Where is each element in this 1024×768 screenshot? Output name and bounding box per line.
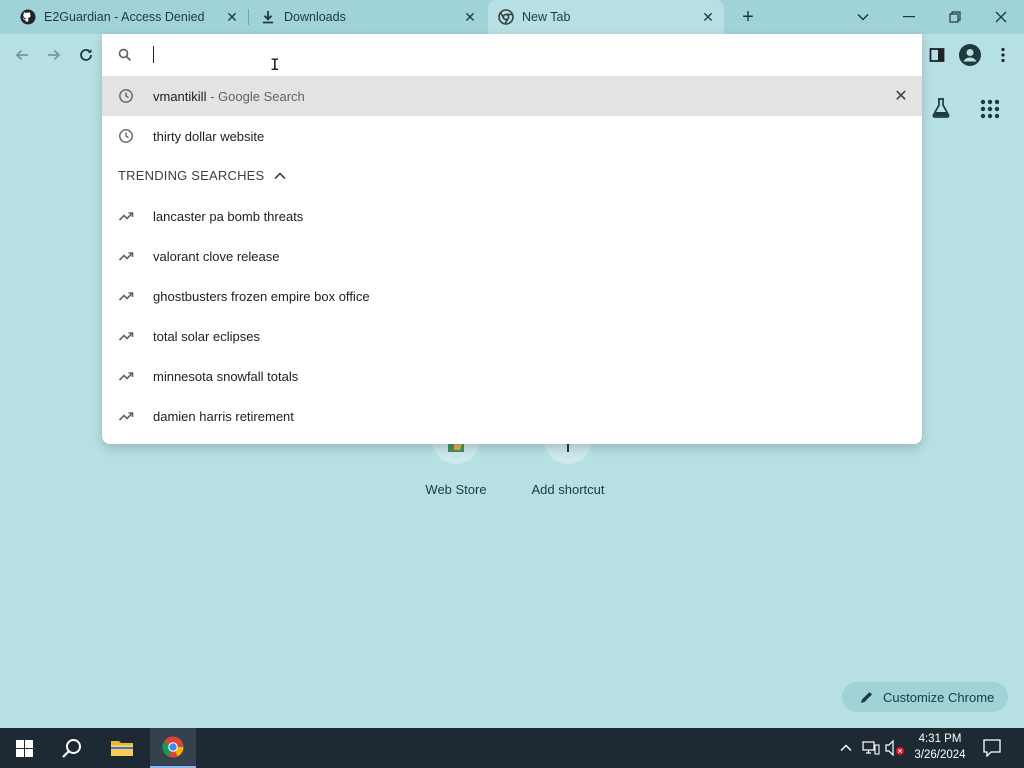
shortcut-label-web-store[interactable]: Web Store [416, 482, 496, 497]
remove-suggestion-icon[interactable]: ✕ [892, 87, 910, 105]
trending-row[interactable]: total solar eclipses [102, 316, 922, 356]
more-menu-icon[interactable] [992, 44, 1014, 66]
shortcut-label-add[interactable]: Add shortcut [522, 482, 614, 497]
trending-arrow-icon [118, 408, 134, 424]
restore-icon[interactable] [932, 0, 978, 34]
clock-time: 4:31 PM [918, 733, 962, 745]
trending-arrow-icon [118, 328, 134, 344]
download-icon [260, 9, 276, 25]
close-tab-icon[interactable]: ✕ [700, 9, 716, 25]
customize-chrome-button[interactable]: Customize Chrome [842, 682, 1008, 712]
taskbar-search-icon[interactable] [50, 728, 94, 768]
trending-row[interactable]: minnesota snowfall totals [102, 356, 922, 396]
github-icon [20, 9, 36, 25]
trending-heading-label: TRENDING SEARCHES [118, 168, 265, 183]
windows-start-icon[interactable] [0, 728, 48, 768]
trending-row[interactable]: damien harris retirement [102, 396, 922, 436]
minimize-icon[interactable] [886, 0, 932, 34]
trending-arrow-icon [118, 368, 134, 384]
suggestion-text: vmantikill - Google Search [153, 89, 305, 104]
suggestion-query: thirty dollar website [153, 129, 265, 144]
trending-row[interactable]: lancaster pa bomb threats [102, 196, 922, 236]
tab-search-chevron-icon[interactable] [840, 0, 886, 34]
tab-strip: E2Guardian - Access Denied ✕ Downloads ✕… [0, 0, 1024, 34]
history-clock-icon [118, 128, 134, 144]
tab-separator [248, 9, 249, 25]
new-tab-plus-icon[interactable]: + [738, 6, 758, 28]
trending-row[interactable]: ghostbusters frozen empire box office [102, 276, 922, 316]
omnibox-dropdown: I vmantikill - Google Search ✕ thirty do… [102, 34, 922, 444]
tab-downloads[interactable]: Downloads ✕ [250, 0, 486, 34]
tab-title: Downloads [284, 10, 346, 24]
trending-query: total solar eclipses [153, 329, 260, 344]
trending-query: minnesota snowfall totals [153, 369, 299, 384]
trending-searches-heading[interactable]: TRENDING SEARCHES [118, 168, 286, 183]
close-tab-icon[interactable]: ✕ [462, 9, 478, 25]
clock-date: 3/26/2024 [914, 749, 966, 761]
trending-query: ghostbusters frozen empire box office [153, 289, 370, 304]
trending-query: valorant clove release [153, 249, 280, 264]
side-panel-icon[interactable] [926, 44, 948, 66]
trending-arrow-icon [118, 288, 134, 304]
tab-new-tab[interactable]: New Tab ✕ [488, 0, 724, 34]
taskbar-clock[interactable]: 4:31 PM 3/26/2024 [912, 731, 968, 763]
mouse-ibeam-cursor-icon: I [270, 55, 280, 74]
tab-title: E2Guardian - Access Denied [44, 10, 205, 24]
tab-e2guardian[interactable]: E2Guardian - Access Denied ✕ [0, 0, 248, 34]
labs-flask-icon[interactable] [930, 97, 954, 121]
suggestion-source: - Google Search [210, 89, 305, 104]
notifications-icon[interactable] [976, 728, 1008, 768]
network-icon[interactable] [860, 728, 882, 768]
reload-icon[interactable] [75, 44, 97, 66]
chevron-up-icon[interactable] [274, 168, 286, 183]
address-bar-input[interactable]: I [102, 34, 922, 76]
suggestion-row[interactable]: thirty dollar website [102, 116, 922, 156]
trending-query: lancaster pa bomb threats [153, 209, 304, 224]
tray-chevron-up-icon[interactable] [838, 728, 854, 768]
suggestion-row[interactable]: vmantikill - Google Search ✕ [102, 76, 922, 116]
history-clock-icon [118, 88, 134, 104]
trending-row[interactable]: valorant clove release [102, 236, 922, 276]
close-tab-icon[interactable]: ✕ [224, 9, 240, 25]
volume-muted-icon[interactable] [884, 728, 906, 768]
tab-title: New Tab [522, 10, 571, 24]
close-window-icon[interactable] [978, 0, 1024, 34]
trending-query: damien harris retirement [153, 409, 294, 424]
customize-chrome-label: Customize Chrome [883, 689, 995, 705]
search-icon [118, 48, 132, 67]
google-apps-grid-icon[interactable] [980, 99, 1000, 119]
file-explorer-icon[interactable] [100, 728, 144, 768]
text-cursor [153, 46, 154, 63]
profile-avatar-icon[interactable] [958, 43, 982, 67]
chrome-icon [498, 9, 514, 25]
suggestion-query: vmantikill [153, 89, 207, 104]
trending-arrow-icon [118, 248, 134, 264]
trending-arrow-icon [118, 208, 134, 224]
windows-taskbar: 4:31 PM 3/26/2024 [0, 728, 1024, 768]
forward-arrow-icon[interactable] [43, 44, 65, 66]
pencil-icon [860, 691, 873, 704]
back-arrow-icon[interactable] [11, 44, 33, 66]
chrome-taskbar-icon[interactable] [150, 728, 196, 768]
